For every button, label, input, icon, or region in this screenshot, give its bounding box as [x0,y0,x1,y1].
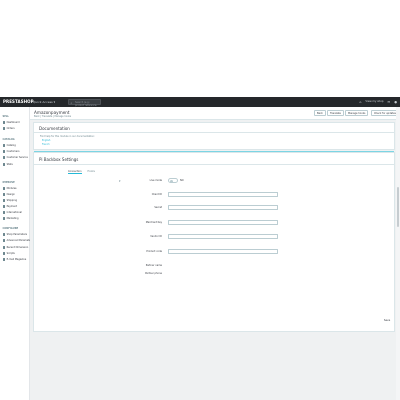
orders-icon [2,127,6,130]
profile-icon[interactable]: ● [394,100,397,104]
dimension-icon [2,246,6,249]
field-label: Vendor ID [150,235,162,238]
sidebar-item-international[interactable]: International [2,211,22,214]
save-button[interactable]: Save [380,318,394,324]
catalog-icon [2,144,6,147]
field-label: Partner name [145,264,162,267]
tab-hooks[interactable]: Hooks [88,170,95,174]
search-input[interactable]: ⌕ Search (e.g.: product reference, custo… [68,99,101,110]
top-navigation-bar: PRESTASHOP Quick Access ▾ ⌕ Search (e.g.… [0,97,400,110]
sidebar-item-payment[interactable]: Payment [2,205,17,208]
form-row-merchant-key: Merchant Key [130,220,380,230]
email-icon [2,258,6,261]
scrollbar[interactable] [396,107,400,400]
sidebar-item-marketing[interactable]: Marketing [2,217,19,220]
field-label: Client ID [151,193,162,196]
client-id-input[interactable] [168,192,278,197]
shipping-icon [2,199,6,202]
sidebar-item-design[interactable]: Design [2,193,15,196]
form-row-secret: Secret [130,205,380,215]
back-button[interactable]: Back [314,110,326,116]
sidebar-section-improve-catalog: CATALOG [2,138,15,141]
sidebar-item-customers[interactable]: Customers [2,150,19,153]
check-updates-button[interactable]: Check for updates [371,110,399,116]
marketing-icon [2,217,6,220]
field-label: Merchant Key [145,221,162,224]
documentation-text: Find help for this module in our documen… [40,135,95,138]
sidebar-item-shop-parameters[interactable]: Shop Parameters [2,233,27,236]
field-label: Partner phone [145,272,162,275]
documentation-card: Documentation Find help for this module … [33,122,395,152]
field-label: Product code [146,250,162,253]
documentation-title: Documentation [39,126,70,131]
form-row-client-id: Client ID [130,192,380,202]
sidebar-item-orders[interactable]: Orders [2,127,15,130]
merchant-key-input[interactable] [168,220,278,225]
sidebar-item-recent-dimension[interactable]: Recent Dimension [2,246,28,249]
form-row-live-mode: Live mode NO [130,178,380,188]
sidebar-section-improve: IMPROVE [2,181,15,184]
sidebar-item-shipping[interactable]: Shipping [2,199,17,202]
page-header: Amazonpayment Back | Translate | Manage … [30,107,400,120]
search-icon: ⌕ [70,100,73,105]
stats-icon [2,163,6,166]
settings-icon [2,233,6,236]
sidebar-section-sell: SELL [2,115,9,118]
settings-tabs: Connection Hooks [68,170,95,174]
quick-access-dropdown[interactable]: Quick Access ▾ [33,100,55,104]
prestashop-logo[interactable]: PRESTASHOP [3,99,34,104]
customers-icon [2,150,6,153]
sidebar-item-customer-service[interactable]: Customer Service [2,156,28,159]
international-icon [2,211,6,214]
tab-connection[interactable]: Connection [68,170,82,174]
form-row-product-code: Product code [130,249,380,259]
notifications-icon[interactable]: ✉ [388,100,391,104]
shop-icon: ⌂ [359,99,362,104]
dashboard-icon [2,121,6,124]
top-right-links: ⌂ View my shop ✉ ● [359,100,397,104]
scrollbar-thumb[interactable] [396,187,400,227]
translate-button[interactable]: Translate [327,110,344,116]
field-label: Live mode [149,179,162,182]
settings-title: Pi Backbox Settings [39,157,79,162]
sidebar-item-modules[interactable]: Modules [2,187,17,190]
form-row-partner-phone: Partner phone [130,272,380,281]
live-mode-toggle[interactable] [168,178,178,184]
card-accent-line [34,150,394,152]
product-code-input[interactable] [168,249,278,254]
chevron-down-icon[interactable]: ▾ [119,179,121,183]
customer-service-icon [2,156,6,159]
breadcrumb: Back | Translate | Manage hooks [34,114,72,118]
design-icon [2,193,6,196]
sidebar-item-email-magazine[interactable]: E-mail Magazine [2,258,26,261]
field-label: Secret [154,206,162,209]
advanced-settings-icon [2,239,6,242]
documentation-link-french[interactable]: French [42,143,50,146]
sidebar-item-catalog[interactable]: Catalog [2,144,16,147]
sidebar-item-stats[interactable]: Stats [2,163,13,166]
sidebar-section-configure: CONFIGURE [2,227,19,230]
form-row-vendor-id: Vendor ID [130,234,380,244]
scripts-icon [2,252,6,255]
vendor-id-input[interactable] [168,234,278,239]
payment-icon [2,205,6,208]
toggle-knob [169,179,174,184]
sidebar-item-scripts[interactable]: Scripts [2,252,15,255]
sidebar: SELL Dashboard Orders CATALOG Catalog Cu… [0,107,33,400]
modules-icon [2,187,6,190]
toggle-state: NO [180,179,184,182]
manage-hooks-button[interactable]: Manage hooks [345,110,369,116]
sidebar-item-advanced-parameters[interactable]: Advanced Parameters [2,239,33,242]
secret-input[interactable] [168,205,278,210]
sidebar-item-dashboard[interactable]: Dashboard [2,121,20,124]
view-shop-link[interactable]: View my shop [365,100,383,103]
